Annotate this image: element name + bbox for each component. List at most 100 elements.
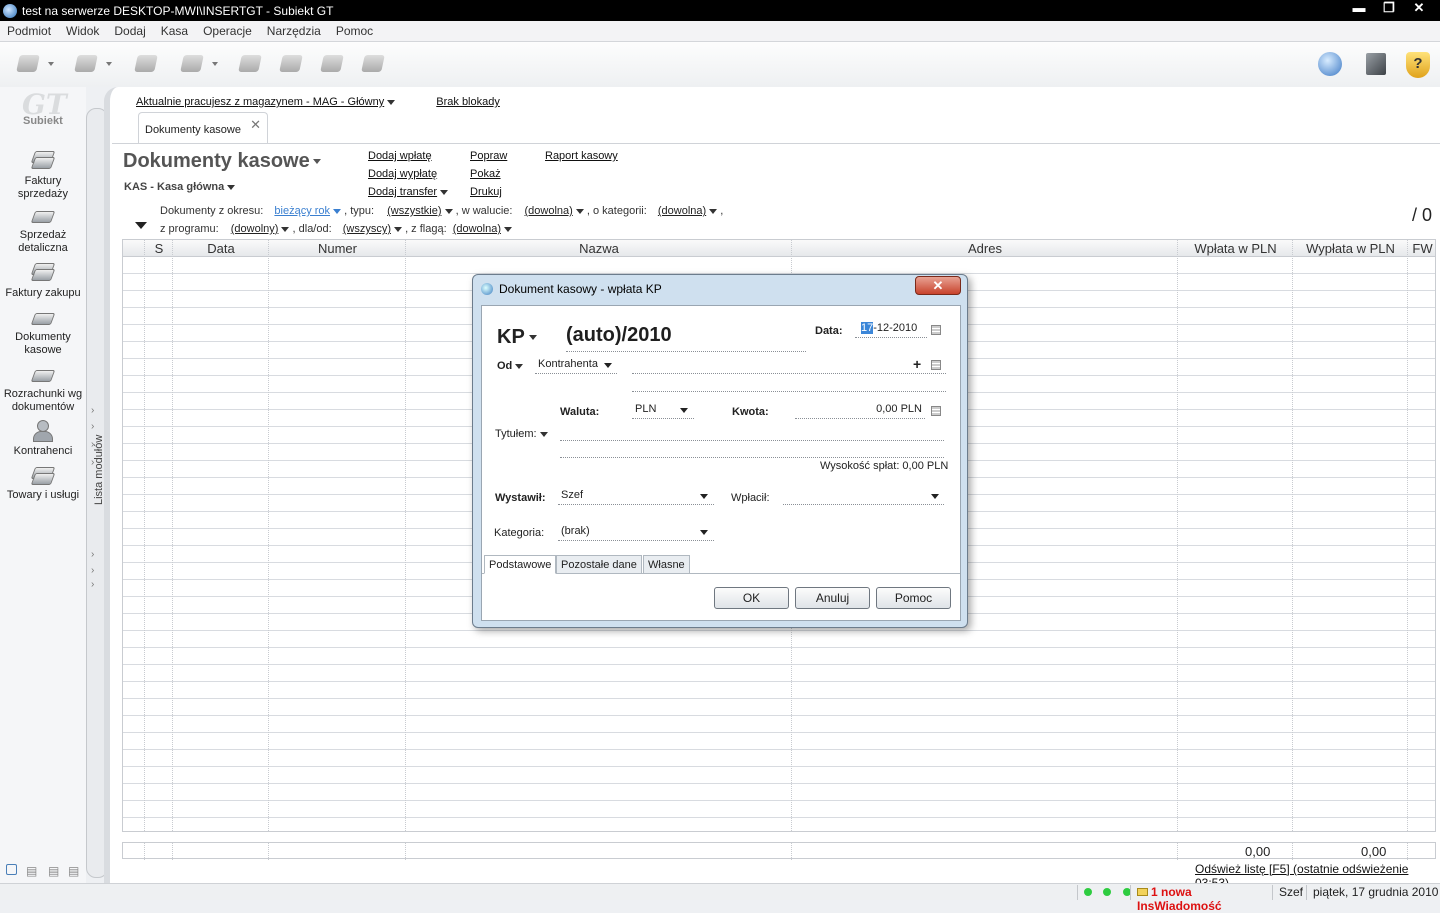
print-link[interactable]: Drukuj: [470, 186, 502, 198]
document-type-selector[interactable]: KP: [497, 326, 537, 349]
amount-field[interactable]: 0,00 PLN: [795, 403, 925, 419]
column-number[interactable]: [269, 240, 406, 831]
issued-by-select[interactable]: Szef: [558, 489, 714, 505]
header-wplata[interactable]: Wpłata w PLN: [1178, 241, 1293, 256]
from-type-select[interactable]: Kontrahenta: [535, 358, 617, 374]
warehouse-link[interactable]: Aktualnie pracujesz z magazynem - MAG - …: [136, 96, 396, 108]
type-filter[interactable]: (wszystkie): [387, 205, 453, 217]
chevron-right-icon[interactable]: ›: [91, 579, 94, 590]
category-select[interactable]: (brak): [558, 525, 714, 541]
chevron-right-icon[interactable]: ›: [91, 549, 94, 560]
column-fw[interactable]: [1408, 240, 1435, 831]
module-rozrachunki[interactable]: Rozrachunki wg dokumentów: [0, 362, 86, 414]
minimize-button[interactable]: ▬: [1346, 0, 1372, 18]
contractor-field[interactable]: [632, 358, 946, 374]
menu-dodaj[interactable]: Dodaj: [107, 24, 153, 38]
module-kontrahenci[interactable]: Kontrahenci: [0, 419, 86, 458]
for-filter[interactable]: (wszyscy): [343, 223, 402, 235]
globe-button[interactable]: [1316, 50, 1344, 78]
column-select[interactable]: [123, 240, 145, 831]
package-button[interactable]: [1362, 50, 1390, 78]
tab-wlasne[interactable]: Własne: [643, 555, 690, 574]
maximize-button[interactable]: ❐: [1376, 0, 1402, 18]
payer-select[interactable]: [783, 489, 944, 505]
title-field-line-2[interactable]: [560, 442, 944, 458]
printer-mini-icon[interactable]: ▤: [68, 864, 79, 878]
open-button[interactable]: [72, 50, 112, 78]
dialog-close-button[interactable]: ✕: [915, 276, 961, 295]
menu-podmiot[interactable]: Podmiot: [0, 24, 59, 38]
ok-button[interactable]: OK: [714, 587, 789, 609]
menu-kasa[interactable]: Kasa: [154, 24, 196, 38]
cash-report-link[interactable]: Raport kasowy: [545, 150, 618, 162]
category-filter[interactable]: (dowolna): [658, 205, 718, 217]
menu-operacje[interactable]: Operacje: [196, 24, 260, 38]
close-window-button[interactable]: ✕: [1406, 0, 1432, 18]
cashbox-selector[interactable]: KAS - Kasa główna: [124, 181, 236, 193]
help-button[interactable]: Pomoc: [876, 587, 951, 609]
help-shield-button[interactable]: ?: [1403, 50, 1431, 78]
currency-filter[interactable]: (dowolna): [525, 205, 584, 217]
header-nazwa[interactable]: Nazwa: [406, 241, 792, 256]
hand-icon[interactable]: ▤: [48, 864, 59, 878]
chevron-right-icon[interactable]: ›: [91, 457, 94, 468]
header-numer[interactable]: Numer: [269, 241, 406, 256]
column-status[interactable]: [145, 240, 173, 831]
edit-link[interactable]: Popraw: [470, 150, 507, 162]
module-faktury-sprzedazy[interactable]: Faktury sprzedaży: [0, 149, 86, 201]
lock-status-link[interactable]: Brak blokady: [436, 96, 500, 108]
menu-widok[interactable]: Widok: [59, 24, 107, 38]
calculator-icon[interactable]: [931, 406, 941, 416]
module-faktury-zakupu[interactable]: Faktury zakupu: [0, 261, 86, 300]
date-field[interactable]: 17-12-2010: [855, 322, 927, 338]
cancel-button[interactable]: Anuluj: [795, 587, 870, 609]
contractor-list-icon[interactable]: [931, 360, 941, 370]
column-deposit[interactable]: [1178, 240, 1293, 831]
from-selector[interactable]: Od: [497, 360, 524, 372]
edit-button[interactable]: [236, 50, 264, 78]
module-sprzedaz-detaliczna[interactable]: Sprzedaż detaliczna: [0, 203, 86, 255]
calendar-icon[interactable]: [931, 325, 941, 335]
column-date[interactable]: [173, 240, 269, 831]
program-filter[interactable]: (dowolny): [231, 223, 290, 235]
copy-button[interactable]: [318, 50, 346, 78]
add-deposit-link[interactable]: Dodaj wpłatę: [368, 150, 432, 162]
document-number-field[interactable]: (auto)/2010: [566, 324, 806, 352]
add-transfer-link[interactable]: Dodaj transfer: [368, 186, 449, 198]
message-notification[interactable]: 1 nowa InsWiadomość: [1130, 885, 1270, 913]
close-tab-icon[interactable]: ✕: [250, 117, 261, 133]
header-adres[interactable]: Adres: [792, 241, 1178, 256]
add-withdrawal-link[interactable]: Dodaj wypłatę: [368, 168, 437, 180]
header-wyplata[interactable]: Wypłata w PLN: [1293, 241, 1408, 256]
tab-pozostale-dane[interactable]: Pozostałe dane: [556, 555, 642, 574]
add-contractor-icon[interactable]: +: [913, 356, 921, 372]
page-title[interactable]: Dokumenty kasowe: [123, 150, 321, 173]
chevron-right-icon[interactable]: ›: [91, 439, 94, 450]
link-button[interactable]: [277, 50, 305, 78]
chevron-right-icon[interactable]: ›: [91, 421, 94, 432]
stamp-button[interactable]: [132, 50, 160, 78]
column-withdrawal[interactable]: [1293, 240, 1408, 831]
header-data[interactable]: Data: [173, 241, 269, 256]
view-list-icon[interactable]: [6, 864, 17, 875]
tab-dokumenty-kasowe[interactable]: Dokumenty kasowe ✕: [138, 112, 268, 144]
period-filter[interactable]: bieżący rok: [274, 205, 342, 217]
header-s[interactable]: S: [145, 241, 173, 256]
menu-pomoc[interactable]: Pomoc: [329, 24, 381, 38]
title-selector[interactable]: Tytułem:: [495, 428, 548, 440]
title-field-line-1[interactable]: [560, 425, 944, 441]
chevron-right-icon[interactable]: ›: [91, 405, 94, 416]
new-document-button[interactable]: [14, 50, 54, 78]
module-dokumenty-kasowe[interactable]: Dokumenty kasowe: [0, 305, 86, 357]
stack-icon[interactable]: ▤: [26, 864, 37, 878]
show-link[interactable]: Pokaż: [470, 168, 501, 180]
module-towary-uslugi[interactable]: Towary i usługi: [0, 463, 86, 502]
chevron-right-icon[interactable]: ›: [91, 565, 94, 576]
flag-filter[interactable]: (dowolna): [453, 223, 513, 235]
print-button[interactable]: [359, 50, 387, 78]
tab-podstawowe[interactable]: Podstawowe: [484, 555, 557, 574]
menu-narzedzia[interactable]: Narzędzia: [260, 24, 329, 38]
collapse-filters-icon[interactable]: [135, 222, 147, 229]
eraser-button[interactable]: [178, 50, 218, 78]
currency-select[interactable]: PLN: [632, 403, 694, 419]
